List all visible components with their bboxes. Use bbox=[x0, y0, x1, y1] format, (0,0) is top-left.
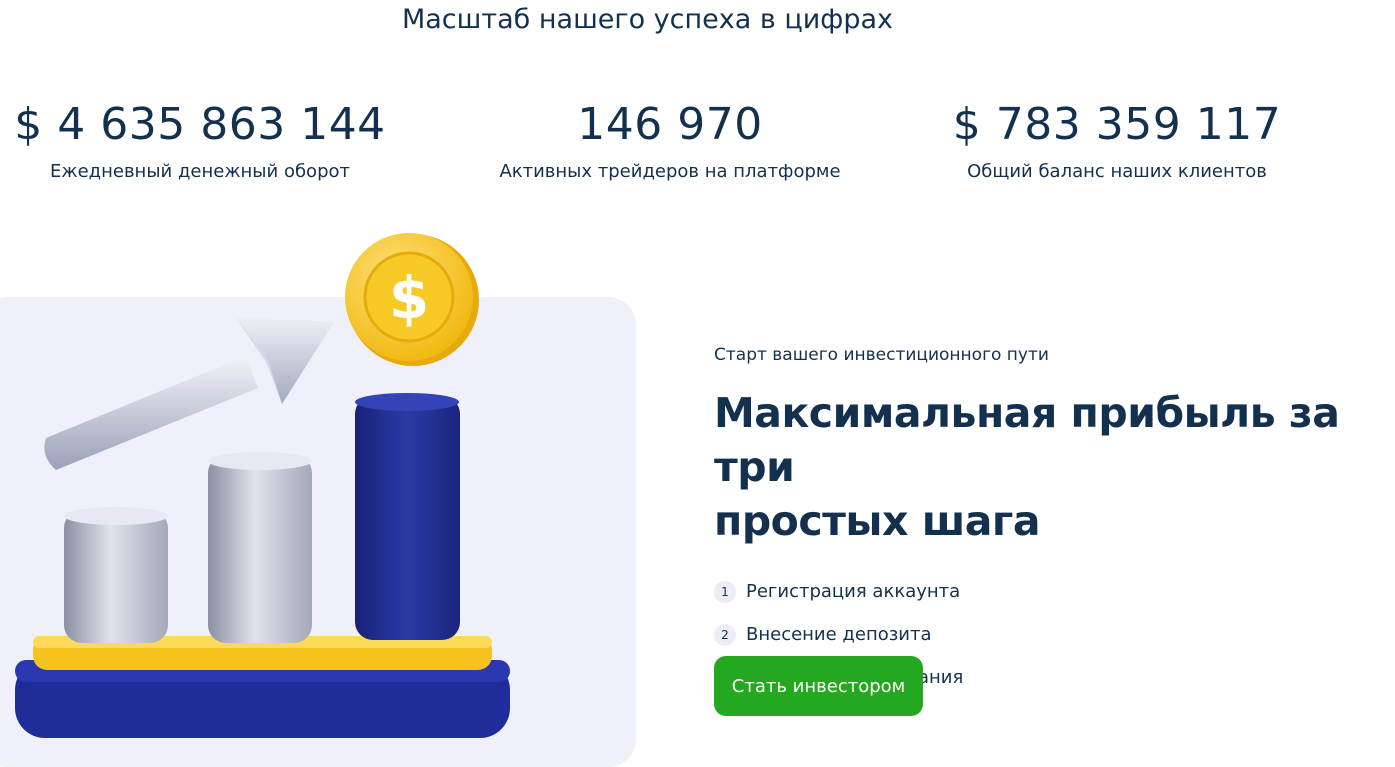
stat-value: $ 4 635 863 144 bbox=[14, 99, 386, 150]
become-investor-button[interactable]: Стать инвестором bbox=[714, 656, 923, 716]
headline-line-2: простых шага bbox=[714, 497, 1041, 545]
stat-label: Общий баланс наших клиентов bbox=[967, 161, 1267, 182]
rising-bar-chart-with-coin-icon: $ bbox=[15, 233, 510, 738]
step-text: Внесение депозита bbox=[746, 624, 932, 645]
steps-block: Старт вашего инвестиционного пути Максим… bbox=[714, 342, 1395, 699]
stat-active-traders: 146 970 Активных трейдеров на платформе bbox=[480, 97, 860, 185]
stat-value: 146 970 bbox=[577, 99, 763, 150]
step-number: 1 bbox=[714, 580, 736, 603]
step-text: Регистрация аккаунта bbox=[746, 581, 961, 602]
step-item: 1 Регистрация аккаунта bbox=[714, 570, 1395, 613]
coin-dollar-sign: $ bbox=[389, 264, 429, 332]
section-title: Масштаб нашего успеха в цифрах bbox=[401, 4, 894, 35]
stat-label: Активных трейдеров на платформе bbox=[499, 161, 841, 182]
headline: Максимальная прибыль за три простых шага bbox=[714, 386, 1395, 548]
eyebrow-text: Старт вашего инвестиционного пути bbox=[714, 345, 1049, 365]
stat-label: Ежедневный денежный оборот bbox=[50, 161, 350, 182]
stat-client-balance: $ 783 359 117 Общий баланс наших клиенто… bbox=[927, 97, 1307, 185]
step-item: 2 Внесение депозита bbox=[714, 613, 1395, 656]
stat-value: $ 783 359 117 bbox=[952, 99, 1282, 150]
step-number: 2 bbox=[714, 623, 736, 646]
headline-line-1: Максимальная прибыль за три bbox=[714, 389, 1340, 491]
stat-daily-turnover: $ 4 635 863 144 Ежедневный денежный обор… bbox=[10, 97, 390, 185]
